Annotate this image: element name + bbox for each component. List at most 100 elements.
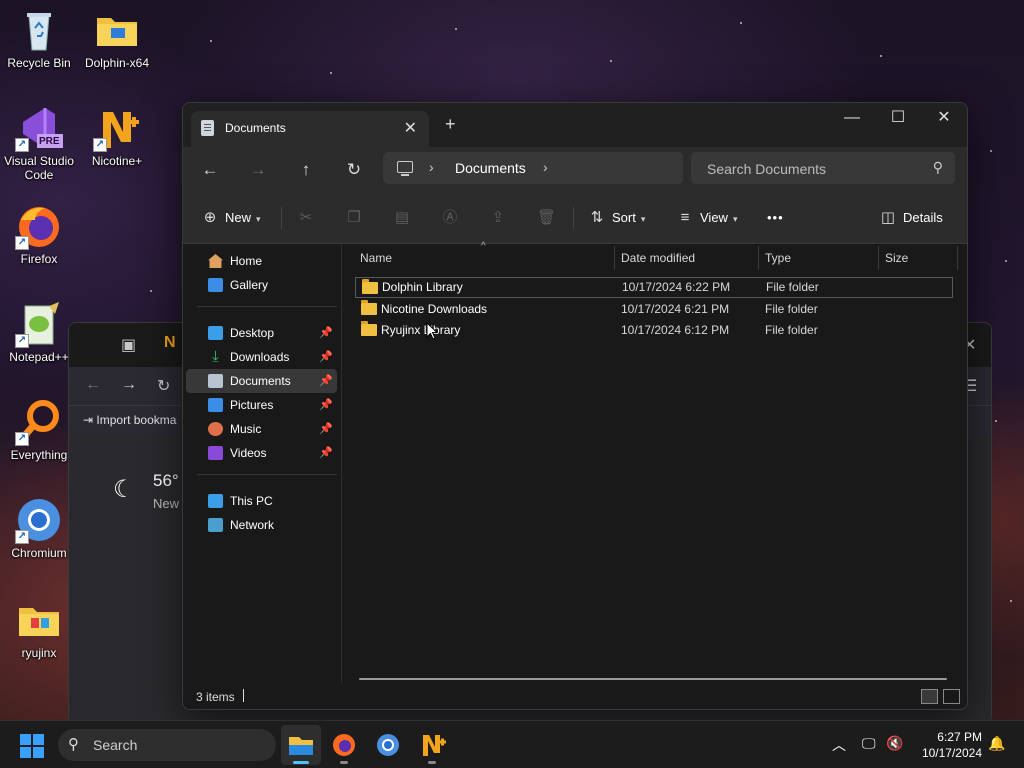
desktop-icon-label: Notepad++ xyxy=(9,350,69,364)
back-icon[interactable]: ← xyxy=(85,376,101,394)
pin-icon[interactable]: 📌 xyxy=(319,369,333,393)
pin-icon[interactable]: 📌 xyxy=(319,321,333,345)
close-tab-icon[interactable]: ✕ xyxy=(404,118,417,138)
new-label: New xyxy=(225,210,252,225)
nicotine-icon: ↗ xyxy=(93,104,141,152)
column-divider[interactable] xyxy=(614,246,615,270)
table-row[interactable]: Nicotine Downloads 10/17/2024 6:21 PM Fi… xyxy=(355,299,953,320)
taskbar-firefox[interactable] xyxy=(324,725,364,765)
taskbar-nicotine[interactable] xyxy=(412,725,452,765)
details-pane-icon: ◫ xyxy=(880,209,896,226)
nav-item-videos[interactable]: Videos 📌 xyxy=(186,441,337,465)
desktop-icon-recycle-bin[interactable]: Recycle Bin xyxy=(0,6,78,70)
close-window-button[interactable]: ✕ xyxy=(921,103,967,135)
view-button[interactable]: ≡ View ▾ xyxy=(676,206,738,230)
large-icons-view-button[interactable] xyxy=(943,689,960,704)
delete-button[interactable]: 🗑 xyxy=(537,206,561,230)
network-icon xyxy=(208,518,223,532)
show-hidden-icons-chevron-icon[interactable]: ︿ xyxy=(832,735,846,755)
column-header-date[interactable]: Date modified xyxy=(621,244,695,272)
desktop-icon-firefox[interactable]: ↗ Firefox xyxy=(0,202,78,266)
desktop-icon-label: Recycle Bin xyxy=(7,56,71,70)
pin-icon[interactable]: 📌 xyxy=(319,441,333,465)
details-pane-button[interactable]: ◫ Details xyxy=(879,206,943,230)
search-icon: ⚲ xyxy=(68,736,79,753)
chevron-right-icon[interactable]: › xyxy=(543,159,548,175)
desktop-icon-vscode[interactable]: PRE ↗ Visual Studio Code xyxy=(0,104,78,182)
chevron-right-icon[interactable]: › xyxy=(429,159,434,175)
taskbar-file-explorer[interactable] xyxy=(281,725,321,765)
desktop-icon-dolphin[interactable]: Dolphin-x64 xyxy=(78,6,156,70)
tab-documents[interactable]: Documents ✕ xyxy=(191,111,429,147)
forward-button[interactable]: → xyxy=(243,155,273,185)
gallery-icon xyxy=(208,278,223,292)
nav-item-documents[interactable]: Documents 📌 xyxy=(186,369,337,393)
rename-button[interactable]: Ⓐ xyxy=(441,206,465,230)
column-header-type[interactable]: Type xyxy=(765,244,791,272)
breadcrumb-documents[interactable]: Documents xyxy=(455,160,526,176)
taskbar-clock[interactable]: 6:27 PM 10/17/2024 xyxy=(910,729,982,761)
desktop-icon-everything[interactable]: ↗ Everything xyxy=(0,398,78,462)
column-header-name[interactable]: Name xyxy=(360,244,392,272)
paste-button[interactable]: ▤ xyxy=(393,206,417,230)
shortcut-arrow-icon: ↗ xyxy=(93,138,107,152)
share-button[interactable]: ⇪ xyxy=(489,206,513,230)
taskbar-chromium[interactable] xyxy=(368,725,408,765)
more-icon: ••• xyxy=(767,210,784,225)
row-type: File folder xyxy=(765,323,818,337)
back-button[interactable]: ← xyxy=(195,155,225,185)
forward-icon[interactable]: → xyxy=(121,376,137,394)
minimize-button[interactable]: — xyxy=(829,103,875,135)
nav-item-network[interactable]: Network xyxy=(186,513,337,537)
column-header-size[interactable]: Size xyxy=(885,244,908,272)
pin-icon[interactable]: 📌 xyxy=(319,417,333,441)
horizontal-scrollbar[interactable] xyxy=(359,678,947,680)
table-row[interactable]: Ryujinx Library 10/17/2024 6:12 PM File … xyxy=(355,320,953,341)
copy-button[interactable]: ❐ xyxy=(345,206,369,230)
details-view-button[interactable] xyxy=(921,689,938,704)
nav-label: Network xyxy=(230,518,275,532)
nav-item-music[interactable]: Music 📌 xyxy=(186,417,337,441)
clock-time: 6:27 PM xyxy=(937,730,982,744)
pin-icon[interactable]: 📌 xyxy=(319,345,333,369)
nav-label: Videos xyxy=(230,446,267,460)
refresh-button[interactable]: ↻ xyxy=(339,155,369,185)
nav-item-downloads[interactable]: ⤓ Downloads 📌 xyxy=(186,345,337,369)
table-row[interactable]: Dolphin Library 10/17/2024 6:22 PM File … xyxy=(355,277,953,298)
desktop-icon-notepadpp[interactable]: ↗ Notepad++ xyxy=(0,300,78,364)
more-options-button[interactable]: ••• xyxy=(767,206,784,230)
address-bar[interactable]: › Documents › xyxy=(383,152,683,184)
nav-item-desktop[interactable]: Desktop 📌 xyxy=(186,321,337,345)
sort-ascending-icon: ^ xyxy=(481,241,486,252)
new-tab-button[interactable]: + xyxy=(445,114,456,135)
pin-icon[interactable]: 📌 xyxy=(319,393,333,417)
maximize-button[interactable]: ☐ xyxy=(875,103,921,135)
desktop-icon-chromium[interactable]: ↗ Chromium xyxy=(0,496,78,560)
nav-item-this-pc[interactable]: This PC xyxy=(186,489,337,513)
reload-icon[interactable]: ↻ xyxy=(157,376,170,396)
notification-bell-icon[interactable]: 🔔 xyxy=(988,735,1005,752)
search-input[interactable] xyxy=(705,159,929,179)
column-divider[interactable] xyxy=(758,246,759,270)
search-box[interactable]: ⚲ xyxy=(691,152,955,184)
nav-item-pictures[interactable]: Pictures 📌 xyxy=(186,393,337,417)
sort-button[interactable]: ⇅ Sort ▾ xyxy=(588,206,646,230)
up-button[interactable]: ↑ xyxy=(291,155,321,185)
start-button[interactable] xyxy=(20,734,44,758)
tab-overview-icon[interactable]: ▣ xyxy=(121,335,136,355)
desktop-icon-nicotine[interactable]: ↗ Nicotine+ xyxy=(78,104,156,168)
nav-item-gallery[interactable]: Gallery xyxy=(186,273,337,297)
import-bookmarks-link[interactable]: ⇥ Import bookma xyxy=(83,413,176,427)
taskbar-search[interactable]: ⚲ Search xyxy=(58,729,276,761)
network-status-icon[interactable]: 🖵 xyxy=(862,735,876,752)
nav-label: Documents xyxy=(230,374,291,388)
cut-button[interactable]: ✂ xyxy=(297,206,321,230)
row-name: Dolphin Library xyxy=(382,280,463,294)
desktop-icon-ryujinx[interactable]: ryujinx xyxy=(0,596,78,660)
nav-item-home[interactable]: Home xyxy=(186,249,337,273)
new-button[interactable]: ⊕ New ▾ xyxy=(201,206,261,230)
desktop-icon-label: Dolphin-x64 xyxy=(84,56,150,70)
column-divider[interactable] xyxy=(878,246,879,270)
volume-muted-icon[interactable]: 🔇 xyxy=(886,735,903,752)
column-divider[interactable] xyxy=(957,246,958,270)
